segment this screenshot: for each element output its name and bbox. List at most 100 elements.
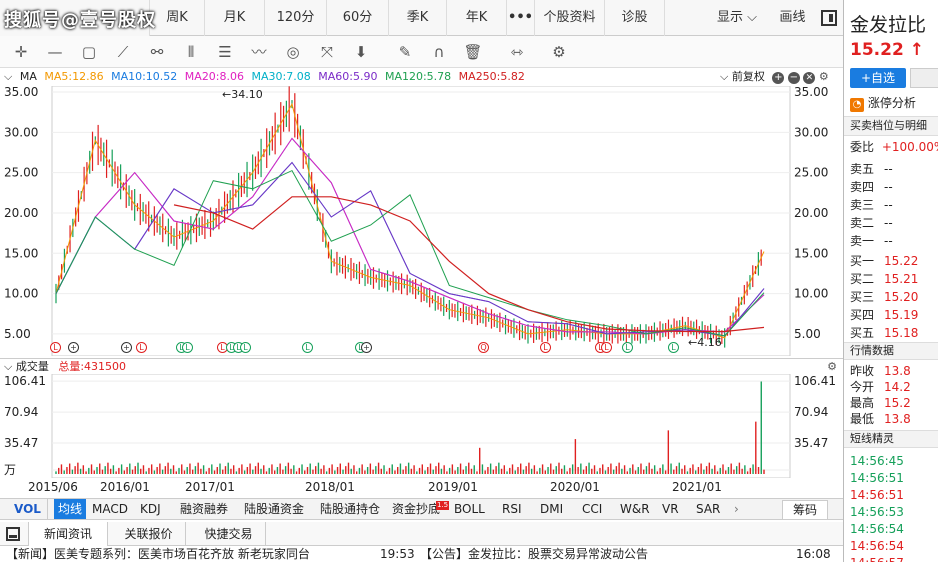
news-row: 【新闻】医美专题系列：医美市场百花齐放 新老玩家同台 19:53 【公告】金发拉…: [0, 547, 843, 562]
chevron-down-icon[interactable]: ⌵: [4, 68, 12, 86]
tab-related-quotes[interactable]: 关联报价: [112, 522, 186, 546]
tab-sar[interactable]: SAR: [696, 499, 720, 519]
gann-icon[interactable]: ⤧: [316, 41, 338, 63]
event-marker[interactable]: L: [182, 342, 193, 353]
event-marker[interactable]: L: [50, 342, 61, 353]
link-line-icon[interactable]: ⚯: [146, 41, 168, 63]
tab-boll[interactable]: BOLL: [454, 499, 485, 519]
tab-diagnosis[interactable]: 诊股: [605, 0, 665, 36]
tab-margin[interactable]: 融资融券: [180, 499, 228, 519]
ma120-value: MA120:5.78: [384, 70, 452, 83]
pencil-icon[interactable]: ✎: [394, 41, 416, 63]
limit-analysis-link[interactable]: ◔ 涨停分析: [850, 94, 938, 112]
adjust-label: 前复权: [731, 70, 765, 83]
event-marker[interactable]: L: [622, 342, 633, 353]
tab-monthly[interactable]: 月K: [205, 0, 265, 36]
tab-vr[interactable]: VR: [662, 499, 679, 519]
tab-northbound-fund[interactable]: 陆股通资金: [244, 499, 304, 519]
news-title: 金发拉比：股票交易异常波动公告: [468, 547, 649, 561]
period-lines-icon[interactable]: ⦀: [180, 41, 202, 63]
news-item[interactable]: 【新闻】医美专题系列：医美市场百花齐放 新老玩家同台: [6, 547, 310, 562]
fan-lines-icon[interactable]: ⟋: [112, 41, 134, 63]
tick-row[interactable]: 14:56:54: [850, 537, 938, 555]
tab-60min[interactable]: 60分: [327, 0, 389, 36]
event-marker[interactable]: L: [668, 342, 679, 353]
tab-macd[interactable]: MACD: [92, 499, 128, 519]
ma250-value: MA250:5.82: [458, 70, 525, 83]
wave-icon[interactable]: 〰: [248, 41, 270, 63]
stock-name: 金发拉比: [850, 14, 927, 36]
row-label: 买四: [850, 308, 875, 322]
add-watchlist-button[interactable]: +自选: [850, 68, 906, 88]
panel-toggle-icon[interactable]: [818, 0, 840, 36]
tab-northbound-holding[interactable]: 陆股通持仓: [320, 499, 380, 519]
tab-120min[interactable]: 120分: [265, 0, 327, 36]
tab-stock-profile[interactable]: 个股资料: [535, 0, 605, 36]
event-marker[interactable]: +: [121, 342, 132, 353]
ask-row: 卖二 --: [850, 214, 938, 232]
tick-row[interactable]: 14:56:51: [850, 469, 938, 487]
tab-vol[interactable]: VOL: [14, 499, 48, 519]
tick-row[interactable]: 14:56:53: [850, 503, 938, 521]
news-item[interactable]: 【公告】金发拉比：股票交易异常波动公告: [420, 547, 648, 562]
chevron-right-icon[interactable]: ›: [734, 499, 739, 519]
fibonacci-icon[interactable]: ☰: [214, 41, 236, 63]
gear-icon[interactable]: ⚙: [819, 70, 829, 83]
magnet-icon[interactable]: ∩: [428, 41, 450, 63]
trash-icon[interactable]: 🗑: [462, 41, 484, 63]
event-marker[interactable]: L: [601, 342, 612, 353]
rectangle-icon[interactable]: ▢: [78, 41, 100, 63]
tab-ma[interactable]: 均线: [54, 499, 87, 519]
tab-bottom-fund[interactable]: 资金抄底: [392, 499, 440, 519]
tab-weekly[interactable]: 周K: [150, 0, 205, 36]
row-label: 卖一: [850, 234, 875, 248]
date-tick-label: 2021/01: [672, 480, 722, 494]
kline-chart[interactable]: 35.00 30.00 25.00 20.00 15.00 10.00 5.00 35.00…: [0, 85, 843, 357]
crosshair-icon[interactable]: ✛: [10, 41, 32, 63]
tick-row[interactable]: 14:56:57: [850, 554, 938, 562]
arrow-down-icon[interactable]: ⬇: [350, 41, 372, 63]
news-tag: 【新闻】: [6, 547, 55, 561]
event-marker[interactable]: L: [302, 342, 313, 353]
extra-button[interactable]: [910, 68, 938, 88]
tab-cci[interactable]: CCI: [582, 499, 602, 519]
event-marker[interactable]: L: [240, 342, 251, 353]
tab-rsi[interactable]: RSI: [502, 499, 522, 519]
event-marker[interactable]: Q: [478, 342, 489, 353]
event-marker[interactable]: L: [136, 342, 147, 353]
adjust-control[interactable]: ⌵ 前复权 + − ✕ ⚙: [720, 68, 829, 86]
date-tick-label: 2018/01: [305, 480, 355, 494]
chip-distribution-button[interactable]: 筹码: [782, 500, 829, 520]
chevron-down-icon[interactable]: ⌵: [4, 360, 12, 373]
event-marker[interactable]: +: [68, 342, 79, 353]
segment-line-icon[interactable]: —: [44, 41, 66, 63]
display-dropdown[interactable]: 显示 ⌵: [705, 0, 769, 36]
tick-row[interactable]: 14:56:51: [850, 486, 938, 504]
resize-icon[interactable]: ⇿: [506, 41, 528, 63]
tab-yearly[interactable]: 年K: [447, 0, 507, 36]
close-icon[interactable]: ✕: [803, 72, 816, 84]
tab-news[interactable]: 新闻资讯: [28, 522, 108, 546]
draw-line-button[interactable]: 画线: [770, 0, 815, 36]
circle-tool-icon[interactable]: ◎: [282, 41, 304, 63]
volume-chart[interactable]: 106.41 106.41 70.94 70.94 35.47 35.47 万: [0, 373, 843, 479]
ticks-title: 短线精灵: [844, 430, 938, 448]
volume-tick-label: 35.47: [4, 436, 38, 450]
tab-wr[interactable]: W&R: [620, 499, 650, 519]
settings-icon[interactable]: ⚙: [548, 41, 570, 63]
zoom-in-icon[interactable]: +: [772, 72, 785, 84]
zoom-out-icon[interactable]: −: [787, 72, 800, 84]
quote-title: 行情数据: [844, 342, 938, 360]
panel-collapse-icon[interactable]: [6, 527, 20, 541]
gear-icon[interactable]: ⚙: [827, 359, 837, 375]
event-marker[interactable]: +: [361, 342, 372, 353]
tab-quick-trade[interactable]: 快捷交易: [192, 522, 266, 546]
tick-row[interactable]: 14:56:45: [850, 452, 938, 470]
more-tabs-button[interactable]: •••: [507, 0, 535, 36]
tab-dmi[interactable]: DMI: [540, 499, 563, 519]
tab-kdj[interactable]: KDJ: [140, 499, 161, 519]
tick-row[interactable]: 14:56:54: [850, 520, 938, 538]
tab-quarterly[interactable]: 季K: [389, 0, 447, 36]
event-marker[interactable]: L: [540, 342, 551, 353]
news-time: 16:08: [796, 547, 831, 561]
